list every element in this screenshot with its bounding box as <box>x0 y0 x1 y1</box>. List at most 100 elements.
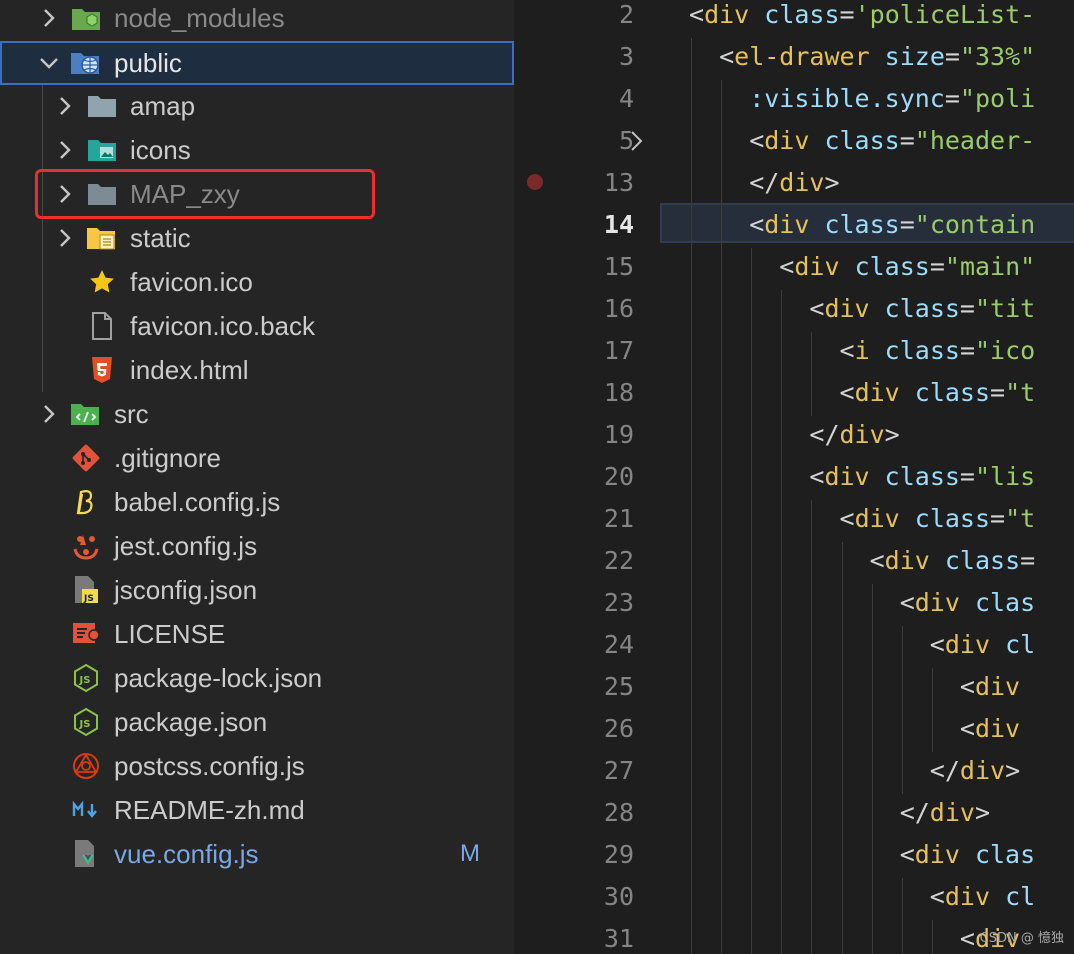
code-line: </div> <box>930 750 1020 792</box>
tree-item-amap[interactable]: amap <box>0 84 514 128</box>
code-line: <el-drawer size="33%" <box>719 36 1035 78</box>
code-token: div <box>854 378 900 407</box>
tree-item-package-json[interactable]: JS package.json <box>0 700 514 744</box>
tree-item-label: babel.config.js <box>114 486 281 517</box>
code-token: < <box>959 714 975 743</box>
code-line: :visible.sync="poli <box>749 78 1035 120</box>
code-token: < <box>899 588 915 617</box>
tree-item-static[interactable]: static <box>0 216 514 260</box>
indent-guide-segment <box>751 500 753 542</box>
code-token: "lis <box>974 462 1036 491</box>
tree-item-icons[interactable]: icons <box>0 128 514 172</box>
code-token: = <box>944 84 960 113</box>
indent-guide-segment <box>781 416 783 458</box>
code-token: "tit <box>974 294 1036 323</box>
code-token: = <box>929 252 945 281</box>
tree-item-favicon-ico[interactable]: favicon.ico <box>0 260 514 304</box>
indent-guide-segment <box>721 122 723 164</box>
indent-guide-segment <box>811 836 813 878</box>
tree-item-node-modules[interactable]: node_modules <box>0 0 514 40</box>
code-line: <div class="main" <box>779 246 1035 288</box>
line-number: 5 <box>618 126 634 155</box>
code-token: < <box>839 504 855 533</box>
indent-guide-segment <box>721 668 723 710</box>
indent-guide-segment <box>691 920 692 954</box>
images-folder-icon <box>86 134 118 166</box>
indent-guide-segment <box>721 584 723 626</box>
indent-guide-segment <box>691 80 692 122</box>
indent-guide-segment <box>841 920 843 954</box>
indent-guide-segment <box>751 668 753 710</box>
indent-guide-segment <box>931 668 933 710</box>
line-number: 28 <box>603 798 634 827</box>
code-token: class <box>809 126 900 155</box>
code-token: div <box>779 168 825 197</box>
indent-guide-segment <box>691 290 692 332</box>
tree-item-vue-config[interactable]: vue.config.js M <box>0 832 514 876</box>
code-token: class <box>809 210 900 239</box>
code-token: "contain <box>914 210 1036 239</box>
code-token: "main" <box>944 252 1036 281</box>
code-token: 'policeList- <box>854 0 1036 29</box>
code-token: = <box>899 126 915 155</box>
tree-item-src[interactable]: src <box>0 392 514 436</box>
tree-item-label: jsconfig.json <box>114 574 258 605</box>
line-number: 15 <box>603 252 634 281</box>
code-line: <div clas <box>900 582 1035 624</box>
code-token: = <box>899 210 915 239</box>
indent-guide-segment <box>781 374 783 416</box>
code-token: "t <box>1005 378 1036 407</box>
tree-item-postcss-config[interactable]: postcss.config.js <box>0 744 514 788</box>
tree-item-package-lock[interactable]: JS package-lock.json <box>0 656 514 700</box>
chevron-right-icon <box>52 93 78 119</box>
indent-guide-segment <box>721 416 723 458</box>
line-number: 22 <box>603 546 634 575</box>
star-icon <box>86 266 118 298</box>
line-number: 13 <box>603 168 634 197</box>
indent-guide-segment <box>841 626 843 668</box>
code-line: <div <box>960 666 1020 708</box>
tree-item-gitignore[interactable]: .gitignore <box>0 436 514 480</box>
static-folder-icon <box>86 222 118 254</box>
indent-guide-segment <box>781 290 783 332</box>
indent-guide-segment <box>781 626 783 668</box>
line-number: 19 <box>603 420 634 449</box>
code-token: el-drawer <box>734 42 870 71</box>
indent-guide-segment <box>691 752 692 794</box>
tree-item-readme[interactable]: README-zh.md <box>0 788 514 832</box>
tree-item-label: icons <box>130 134 191 165</box>
code-token: class <box>869 462 960 491</box>
code-editor[interactable]: 2 3 4 5 13 14 15 16 17 18 19 20 21 22 23 24 25 26 27 28 29 30… <box>514 0 1074 954</box>
code-token: < <box>689 0 705 29</box>
indent-guide-segment <box>781 584 783 626</box>
line-number: 30 <box>603 882 634 911</box>
indent-guide-segment <box>751 752 753 794</box>
tree-item-favicon-ico-back[interactable]: favicon.ico.back <box>0 304 514 348</box>
code-line: <i class="ico <box>840 330 1036 372</box>
indent-guide-segment <box>691 332 692 374</box>
indent-guide-segment <box>691 164 692 206</box>
indent-guide-segment <box>781 458 783 500</box>
tree-item-index-html[interactable]: index.html <box>0 348 514 392</box>
code-token: div <box>824 294 870 323</box>
code-line: <div clas <box>900 834 1035 876</box>
tree-item-label: favicon.ico.back <box>130 310 315 341</box>
tree-item-jsconfig[interactable]: JS jsconfig.json <box>0 568 514 612</box>
indent-guide-segment <box>751 332 753 374</box>
code-line: <div class="lis <box>809 456 1035 498</box>
code-token: < <box>809 294 825 323</box>
svg-text:JS: JS <box>79 675 91 686</box>
code-line: <div class= <box>870 540 1036 582</box>
line-number: 20 <box>603 462 634 491</box>
tree-item-label: amap <box>130 90 196 121</box>
indent-guide-segment <box>901 710 903 752</box>
indent-guide-segment <box>811 878 813 920</box>
indent-guide-segment <box>871 710 873 752</box>
tree-item-public[interactable]: public <box>0 41 514 85</box>
tree-item-license[interactable]: LICENSE <box>0 612 514 656</box>
tree-item-babel-config[interactable]: babel.config.js <box>0 480 514 524</box>
code-token: > <box>884 420 900 449</box>
tree-item-jest-config[interactable]: jest.config.js <box>0 524 514 568</box>
indent-guide-segment <box>721 290 723 332</box>
line-number: 16 <box>603 294 634 323</box>
